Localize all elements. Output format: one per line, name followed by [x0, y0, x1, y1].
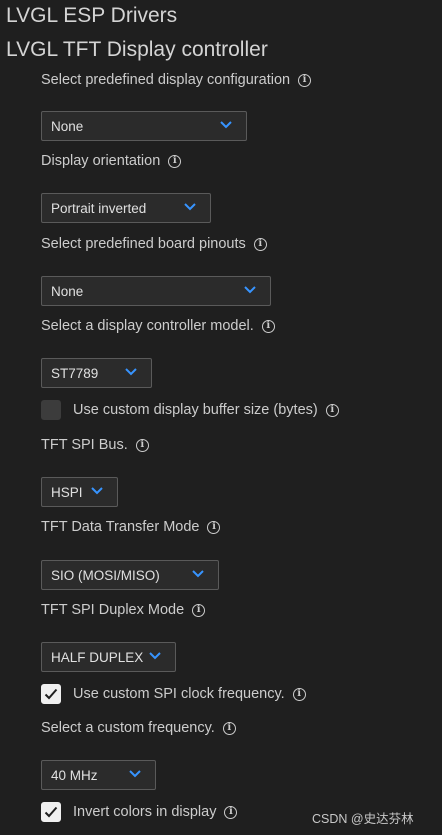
transfer-mode-select[interactable]: SIO (MOSI/MISO): [41, 560, 219, 590]
chevron-down-icon: [244, 286, 256, 294]
spi-bus-value: HSPI: [51, 484, 83, 500]
chevron-down-icon: [129, 770, 141, 778]
orientation-label: Display orientation i: [41, 153, 182, 169]
transfer-mode-label: TFT Data Transfer Mode i: [41, 519, 221, 535]
orientation-select[interactable]: Portrait inverted: [41, 193, 211, 223]
custom-buffer-checkbox-row: Use custom display buffer size (bytes) i: [41, 400, 339, 420]
info-icon[interactable]: i: [325, 403, 339, 417]
check-icon: [44, 806, 58, 818]
info-icon[interactable]: i: [261, 319, 275, 333]
watermark: CSDN @史达芬林: [312, 812, 414, 826]
duplex-mode-value: HALF DUPLEX: [51, 649, 144, 665]
controller-model-value: ST7789: [51, 365, 99, 381]
info-icon[interactable]: i: [292, 687, 306, 701]
custom-frequency-label: Select a custom frequency. i: [41, 720, 236, 736]
chevron-down-icon: [184, 203, 196, 211]
invert-colors-label: Invert colors in display: [73, 804, 217, 820]
custom-frequency-value: 40 MHz: [51, 767, 98, 783]
transfer-mode-value: SIO (MOSI/MISO): [51, 567, 160, 583]
orientation-label-text: Display orientation: [41, 153, 161, 169]
chevron-down-icon: [149, 652, 161, 660]
custom-buffer-checkbox[interactable]: [41, 400, 61, 420]
duplex-mode-label: TFT SPI Duplex Mode i: [41, 602, 206, 618]
spi-bus-select[interactable]: HSPI: [41, 477, 118, 507]
controller-model-select[interactable]: ST7789: [41, 358, 152, 388]
invert-colors-checkbox[interactable]: [41, 802, 61, 822]
board-pinouts-label: Select predefined board pinouts i: [41, 236, 267, 252]
board-pinouts-value: None: [51, 283, 84, 299]
spi-bus-label: TFT SPI Bus. i: [41, 437, 149, 453]
spi-bus-label-text: TFT SPI Bus.: [41, 437, 128, 453]
duplex-mode-label-text: TFT SPI Duplex Mode: [41, 602, 185, 618]
duplex-mode-select[interactable]: HALF DUPLEX: [41, 642, 176, 672]
info-icon[interactable]: i: [222, 721, 236, 735]
orientation-value: Portrait inverted: [51, 200, 147, 216]
board-pinouts-label-text: Select predefined board pinouts: [41, 236, 246, 252]
info-icon[interactable]: i: [192, 603, 206, 617]
check-icon: [44, 688, 58, 700]
custom-frequency-label-text: Select a custom frequency.: [41, 720, 215, 736]
predefined-config-select[interactable]: None: [41, 111, 247, 141]
chevron-down-icon: [192, 570, 204, 578]
info-icon[interactable]: i: [298, 73, 312, 87]
transfer-mode-label-text: TFT Data Transfer Mode: [41, 519, 200, 535]
board-pinouts-select[interactable]: None: [41, 276, 271, 306]
chevron-down-icon: [220, 121, 232, 129]
custom-spi-clock-label: Use custom SPI clock frequency.: [73, 686, 285, 702]
page-title: LVGL ESP Drivers: [6, 4, 178, 27]
chevron-down-icon: [91, 487, 103, 495]
chevron-down-icon: [125, 368, 137, 376]
info-icon[interactable]: i: [224, 805, 238, 819]
custom-buffer-label: Use custom display buffer size (bytes): [73, 402, 318, 418]
info-icon[interactable]: i: [168, 154, 182, 168]
controller-model-label: Select a display controller model. i: [41, 318, 275, 334]
custom-spi-clock-checkbox-row: Use custom SPI clock frequency. i: [41, 684, 306, 704]
invert-colors-checkbox-row: Invert colors in display i: [41, 802, 238, 822]
custom-frequency-select[interactable]: 40 MHz: [41, 760, 156, 790]
controller-model-label-text: Select a display controller model.: [41, 318, 254, 334]
info-icon[interactable]: i: [135, 438, 149, 452]
info-icon[interactable]: i: [207, 520, 221, 534]
predefined-config-label: Select predefined display configuration …: [41, 72, 312, 88]
predefined-config-label-text: Select predefined display configuration: [41, 72, 291, 88]
predefined-config-value: None: [51, 118, 84, 134]
section-title: LVGL TFT Display controller: [6, 38, 268, 61]
info-icon[interactable]: i: [253, 237, 267, 251]
custom-spi-clock-checkbox[interactable]: [41, 684, 61, 704]
